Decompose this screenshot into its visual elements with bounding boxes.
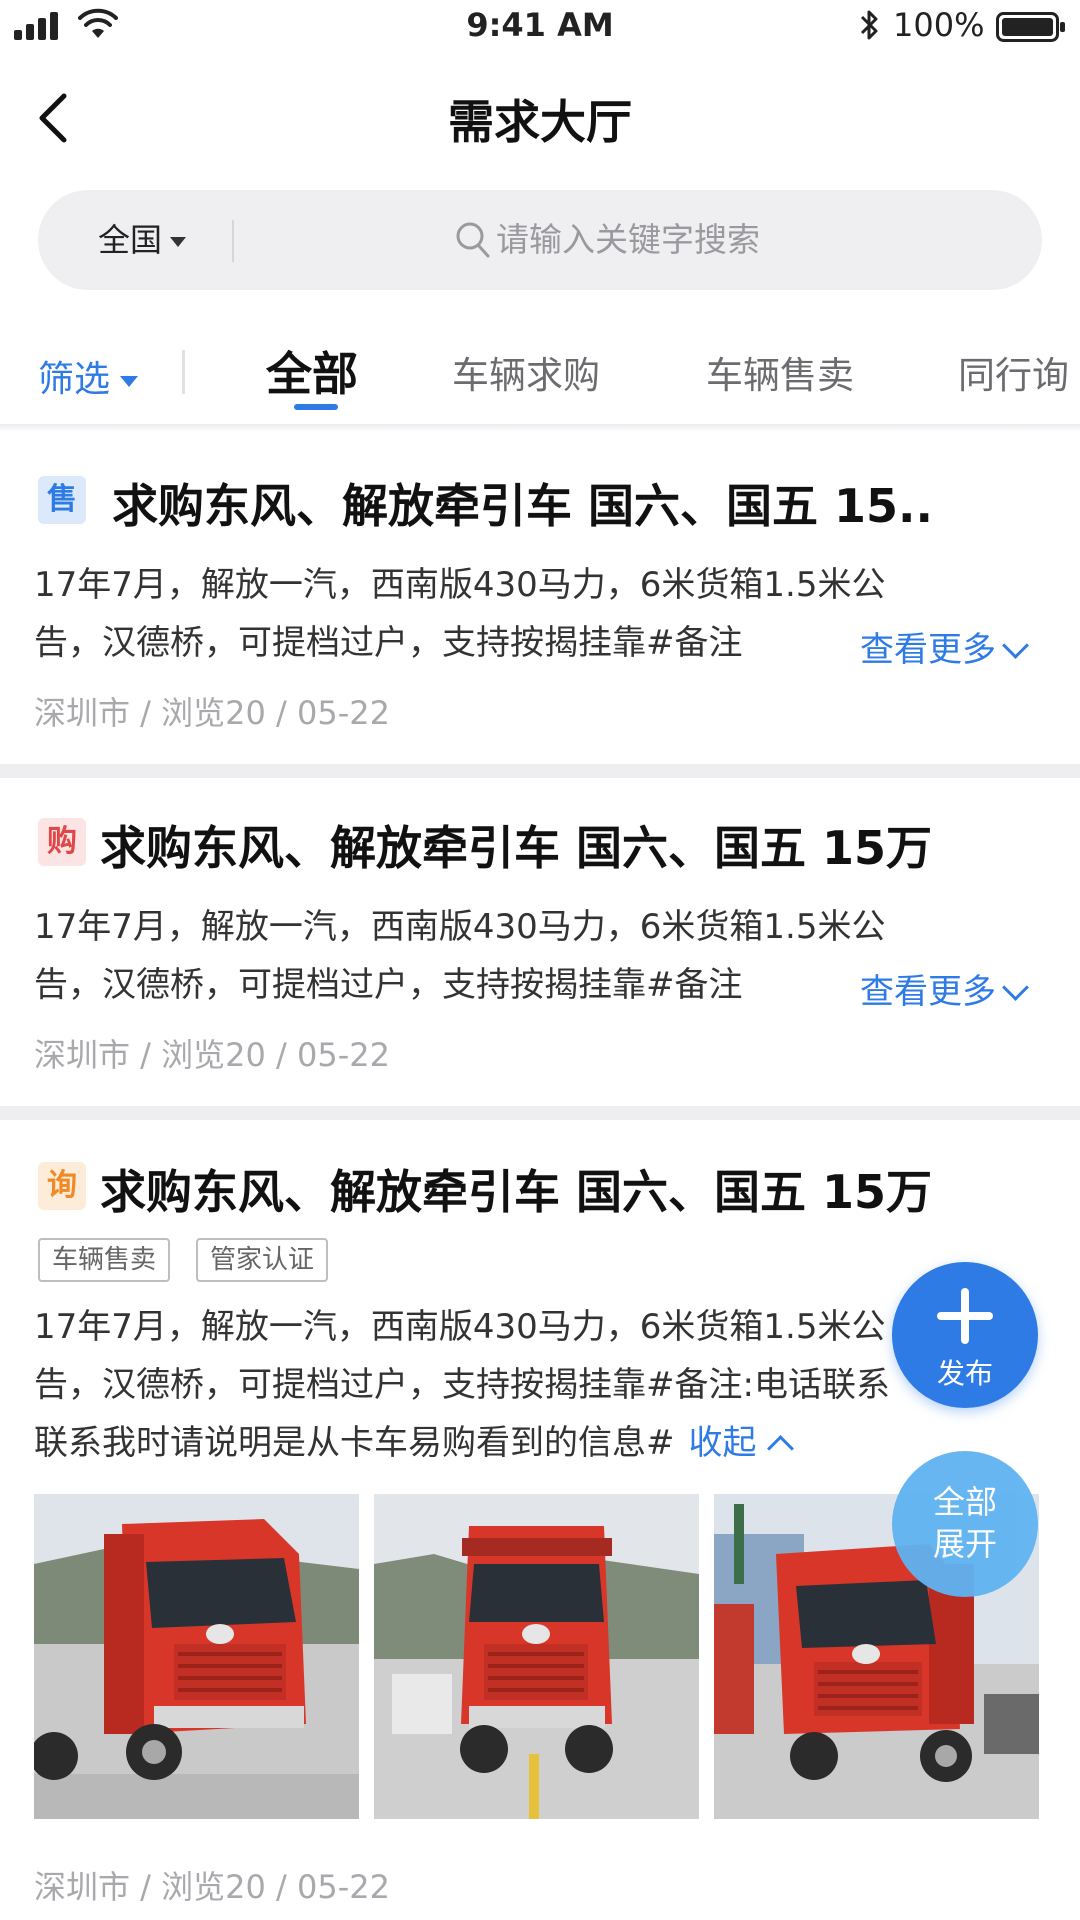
- expand-all-button[interactable]: 全部 展开: [892, 1451, 1038, 1597]
- card-title[interactable]: 求购东风、解放牵引车 国六、国五 15万: [100, 812, 932, 878]
- expand-all-line: 展开: [932, 1525, 997, 1563]
- card-desc-line: 联系我时请说明是从卡车易购看到的信息#: [34, 1423, 675, 1463]
- card-title[interactable]: 求购东风、解放牵引车 国六、国五 15万: [100, 1156, 932, 1222]
- bluetooth-icon: [860, 10, 878, 40]
- tabs-shadow: [0, 424, 1080, 432]
- caret-down-icon: [120, 375, 139, 387]
- card-separator: [0, 764, 1080, 778]
- filter-button[interactable]: 筛选: [38, 350, 139, 402]
- view-more-link[interactable]: 查看更多: [860, 622, 1029, 671]
- sell-badge: 售: [38, 476, 86, 524]
- card-title[interactable]: 求购东风、解放牵引车 国六、国五 15..: [112, 470, 933, 536]
- page-title: 需求大厅: [448, 95, 632, 149]
- tabs-divider: [182, 350, 185, 394]
- card-meta: 深圳市 / 浏览20 / 05-22: [34, 1036, 390, 1074]
- buy-badge: 购: [38, 818, 86, 866]
- tab-vehicle-purchase[interactable]: 车辆求购: [452, 345, 600, 399]
- truck-photo-graphic: [34, 1494, 359, 1819]
- tab-peer-inquiry[interactable]: 同行询: [958, 345, 1069, 399]
- chevron-down-icon: [1002, 632, 1029, 659]
- search-input[interactable]: 请输入关键字搜索: [496, 190, 760, 290]
- collapse-label: 收起: [688, 1423, 757, 1463]
- view-more-link[interactable]: 查看更多: [860, 964, 1029, 1013]
- region-label: 全国: [98, 221, 163, 259]
- view-more-label: 查看更多: [860, 630, 996, 670]
- chevron-down-icon: [1002, 974, 1029, 1001]
- truck-photo[interactable]: [34, 1494, 359, 1819]
- caret-down-icon: [170, 237, 187, 247]
- search-bar: 全国 请输入关键字搜索: [38, 190, 1042, 290]
- search-divider: [232, 220, 234, 262]
- tag-vehicle-sale: 车辆售卖: [38, 1238, 171, 1282]
- view-more-label: 查看更多: [860, 972, 996, 1012]
- tab-all[interactable]: 全部: [266, 338, 358, 404]
- card-desc-line: 17年7月，解放一汽，西南版430马力，6米货箱1.5米公: [34, 907, 886, 947]
- card-meta: 深圳市 / 浏览20 / 05-22: [34, 694, 390, 732]
- collapse-link[interactable]: 收起: [688, 1423, 794, 1463]
- status-bar: 9:41 AM 100%: [0, 0, 1080, 52]
- active-tab-indicator: [294, 404, 338, 410]
- battery-percent: 100%: [893, 6, 985, 44]
- chevron-up-icon: [766, 1435, 794, 1462]
- tab-vehicle-sale[interactable]: 车辆售卖: [706, 345, 854, 399]
- card-separator: [0, 1106, 1080, 1120]
- card-meta: 深圳市 / 浏览20 / 05-22: [34, 1868, 390, 1906]
- tag-steward-certified: 管家认证: [196, 1238, 329, 1282]
- search-icon: [456, 222, 490, 258]
- region-selector[interactable]: 全国: [98, 190, 187, 290]
- filter-label: 筛选: [38, 359, 111, 400]
- publish-button[interactable]: 发布: [892, 1262, 1038, 1408]
- card-desc-line-with-collapse: 联系我时请说明是从卡车易购看到的信息# 收起: [34, 1414, 1044, 1472]
- expand-all-line: 全部: [932, 1483, 997, 1521]
- publish-label: 发布: [936, 1357, 993, 1390]
- truck-photo-graphic: [374, 1494, 699, 1819]
- expand-all-label: 全部 展开: [915, 1481, 1015, 1565]
- card-desc-line: 17年7月，解放一汽，西南版430马力，6米货箱1.5米公: [34, 565, 886, 605]
- battery-icon: [996, 12, 1065, 42]
- inquiry-badge: 询: [38, 1162, 86, 1210]
- plus-icon-bar: [937, 1312, 993, 1320]
- truck-photo[interactable]: [374, 1494, 699, 1819]
